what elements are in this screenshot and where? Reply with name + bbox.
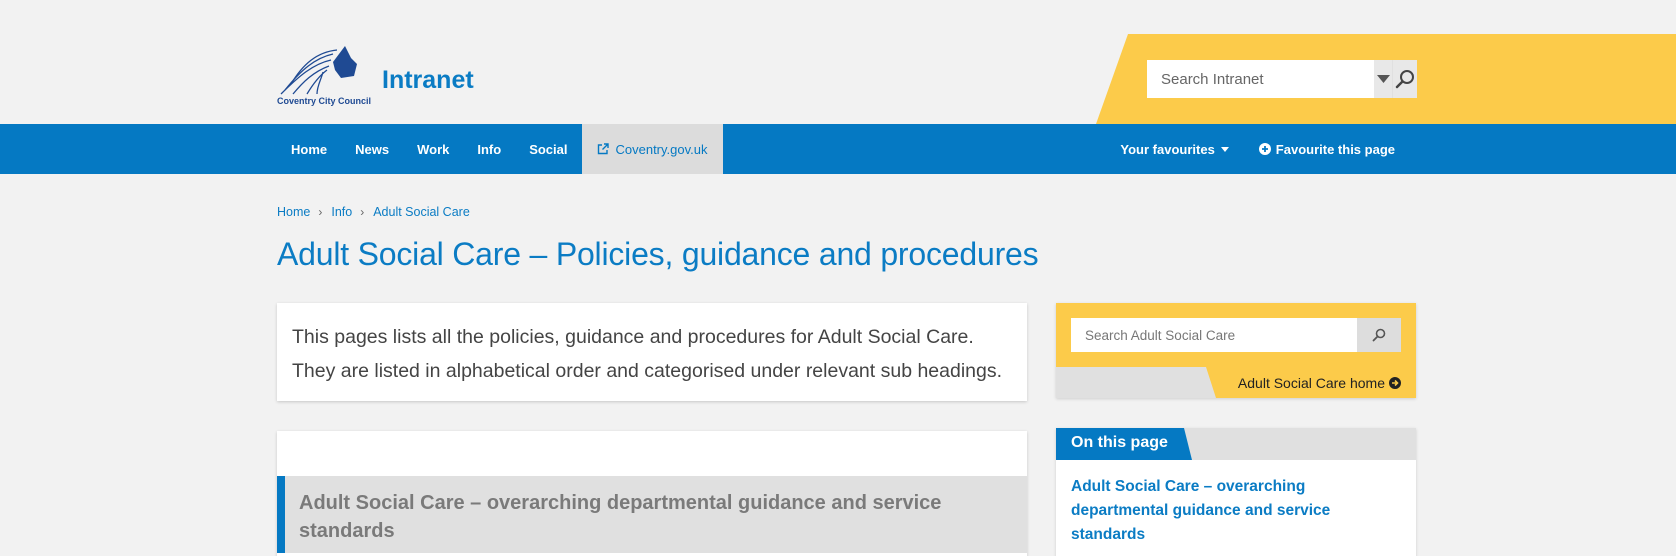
nav-item-info[interactable]: Info bbox=[463, 124, 515, 174]
asc-search bbox=[1071, 318, 1401, 352]
chevron-right-icon: › bbox=[360, 205, 365, 219]
search-icon bbox=[1372, 328, 1386, 342]
site-title[interactable]: Intranet bbox=[382, 66, 474, 95]
site-header: Coventry City Council Intranet bbox=[0, 0, 1676, 124]
search-icon bbox=[1395, 70, 1415, 89]
council-logo[interactable]: Coventry City Council bbox=[277, 44, 389, 110]
caret-down-icon bbox=[1220, 146, 1229, 152]
asc-home-link-label: Adult Social Care home bbox=[1237, 375, 1385, 391]
horse-logo-icon bbox=[280, 46, 357, 95]
asc-home-link[interactable]: Adult Social Care home bbox=[1238, 375, 1401, 391]
nav-external-label: Coventry.gov.uk bbox=[615, 141, 708, 157]
breadcrumb-info[interactable]: Info bbox=[331, 205, 352, 219]
breadcrumb: Home › Info › Adult Social Care bbox=[277, 205, 470, 219]
your-favourites-label: Your favourites bbox=[1120, 141, 1215, 157]
nav-right: Your favourites Favourite this page bbox=[1105, 124, 1410, 174]
your-favourites-dropdown[interactable]: Your favourites bbox=[1105, 124, 1243, 174]
adult-social-care-search-panel: Adult Social Care home bbox=[1056, 303, 1416, 398]
intranet-search-button[interactable] bbox=[1392, 60, 1417, 98]
chevron-right-icon: › bbox=[318, 205, 323, 219]
caret-down-icon bbox=[1376, 75, 1390, 83]
arrow-circle-right-icon bbox=[1389, 377, 1401, 389]
nav-left: Home News Work Info Social Coventry.gov.… bbox=[277, 124, 723, 174]
section-heading-text: Adult Social Care – overarching departme… bbox=[299, 492, 942, 542]
breadcrumb-home[interactable]: Home bbox=[277, 205, 310, 219]
intranet-search bbox=[1147, 60, 1417, 98]
search-scope-dropdown[interactable] bbox=[1374, 60, 1393, 98]
external-link-icon bbox=[598, 143, 610, 155]
on-this-page-panel: On this page Adult Social Care – overarc… bbox=[1056, 428, 1416, 556]
on-this-page-link[interactable]: Adult Social Care – overarching departme… bbox=[1071, 475, 1361, 547]
plus-circle-icon bbox=[1258, 143, 1271, 155]
accordion-section-header[interactable]: Adult Social Care – overarching departme… bbox=[277, 476, 1027, 553]
nav-item-coventry-gov[interactable]: Coventry.gov.uk bbox=[582, 124, 723, 174]
panel-grey-tab bbox=[1056, 367, 1216, 398]
content-card: Adult Social Care – overarching departme… bbox=[277, 431, 1027, 556]
main-nav: Home News Work Info Social Coventry.gov.… bbox=[0, 124, 1676, 174]
favourite-this-page-button[interactable]: Favourite this page bbox=[1244, 124, 1410, 174]
on-this-page-heading: On this page bbox=[1056, 428, 1192, 460]
breadcrumb-current[interactable]: Adult Social Care bbox=[373, 205, 470, 219]
favourite-this-page-label: Favourite this page bbox=[1275, 141, 1395, 157]
nav-item-work[interactable]: Work bbox=[403, 124, 463, 174]
logo-text: Coventry City Council bbox=[277, 96, 372, 106]
nav-item-social[interactable]: Social bbox=[515, 124, 581, 174]
nav-item-home[interactable]: Home bbox=[277, 124, 341, 174]
nav-item-news[interactable]: News bbox=[341, 124, 403, 174]
asc-search-button[interactable] bbox=[1357, 318, 1401, 352]
intro-card: This pages lists all the policies, guida… bbox=[277, 303, 1027, 401]
page-title: Adult Social Care – Policies, guidance a… bbox=[277, 236, 1039, 272]
intro-text: This pages lists all the policies, guida… bbox=[292, 326, 1003, 382]
asc-search-input[interactable] bbox=[1071, 318, 1357, 352]
intranet-search-input[interactable] bbox=[1147, 60, 1374, 98]
